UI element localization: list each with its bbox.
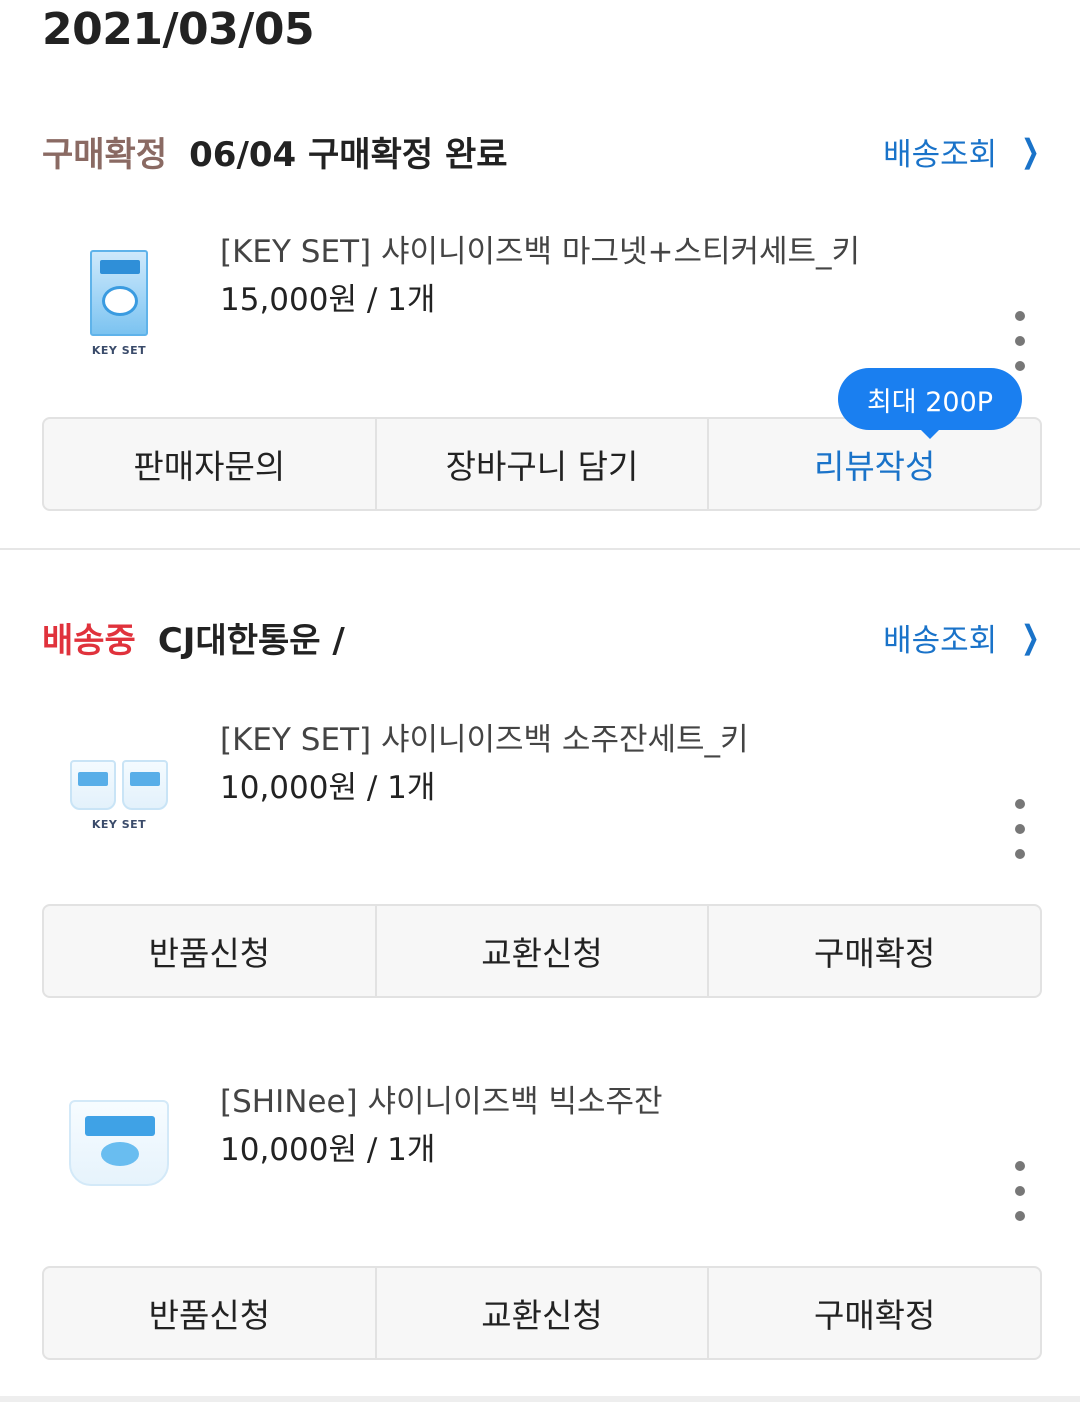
order-item: KEY SET [KEY SET] 샤이니이즈백 마그넷+스티커세트_키 15,… <box>0 226 1080 386</box>
chevron-right-icon: ❯ <box>1021 132 1040 170</box>
seller-inquiry-button[interactable]: 판매자문의 <box>44 419 377 509</box>
status-detail: 06/04 구매확정 완료 <box>189 134 508 175</box>
return-request-button[interactable]: 반품신청 <box>44 906 377 996</box>
product-price: 10,000원 / 1개 <box>220 1132 436 1168</box>
order-date: 2021/03/05 <box>42 4 315 55</box>
confirm-purchase-button[interactable]: 구매확정 <box>709 906 1040 996</box>
product-name[interactable]: [SHINee] 샤이니이즈백 빅소주잔 <box>220 1076 663 1121</box>
confirm-purchase-button[interactable]: 구매확정 <box>709 1268 1040 1358</box>
track-delivery-label: 배송조회 <box>883 622 998 659</box>
track-delivery-label: 배송조회 <box>883 136 998 173</box>
status-row-confirmed: 구매확정 06/04 구매확정 완료 배송조회 ❯ <box>42 126 1044 176</box>
write-review-button[interactable]: 리뷰작성 <box>709 419 1040 509</box>
add-to-cart-button[interactable]: 장바구니 담기 <box>377 419 710 509</box>
product-price: 15,000원 / 1개 <box>220 282 436 318</box>
item-action-bar: 반품신청 교환신청 구매확정 <box>42 1266 1042 1360</box>
product-price: 10,000원 / 1개 <box>220 770 436 806</box>
item-action-bar: 반품신청 교환신청 구매확정 <box>42 904 1042 998</box>
product-image <box>70 760 168 810</box>
status-row-shipping: 배송중 CJ대한통운 / 배송조회 ❯ <box>42 612 1044 662</box>
exchange-request-button[interactable]: 교환신청 <box>377 1268 710 1358</box>
thumbnail-caption: KEY SET <box>91 344 147 357</box>
product-image <box>69 1100 169 1186</box>
status-detail: CJ대한통운 / <box>157 620 345 661</box>
product-thumbnail[interactable]: KEY SET <box>64 734 174 854</box>
item-action-bar: 판매자문의 장바구니 담기 리뷰작성 <box>42 417 1042 511</box>
thumbnail-caption: KEY SET <box>91 818 147 831</box>
more-vertical-icon[interactable] <box>1010 311 1030 371</box>
product-image <box>90 250 148 336</box>
more-vertical-icon[interactable] <box>1010 799 1030 859</box>
status-label: 구매확정 <box>42 134 168 175</box>
status-label: 배송중 <box>42 620 136 661</box>
product-thumbnail[interactable]: KEY SET <box>64 246 174 366</box>
points-tooltip: 최대 200P <box>838 368 1022 439</box>
order-item: KEY SET [KEY SET] 샤이니이즈백 소주잔세트_키 10,000원… <box>0 714 1080 874</box>
exchange-request-button[interactable]: 교환신청 <box>377 906 710 996</box>
product-name[interactable]: [KEY SET] 샤이니이즈백 마그넷+스티커세트_키 <box>220 226 860 271</box>
product-name[interactable]: [KEY SET] 샤이니이즈백 소주잔세트_키 <box>220 714 749 759</box>
product-thumbnail[interactable] <box>64 1086 174 1206</box>
section-divider <box>0 548 1080 550</box>
bottom-divider <box>0 1396 1080 1402</box>
order-item: [SHINee] 샤이니이즈백 빅소주잔 10,000원 / 1개 <box>0 1076 1080 1236</box>
track-delivery-link[interactable]: 배송조회 ❯ <box>883 126 1044 176</box>
track-delivery-link[interactable]: 배송조회 ❯ <box>883 612 1044 662</box>
more-vertical-icon[interactable] <box>1010 1161 1030 1221</box>
chevron-right-icon: ❯ <box>1021 618 1040 656</box>
return-request-button[interactable]: 반품신청 <box>44 1268 377 1358</box>
